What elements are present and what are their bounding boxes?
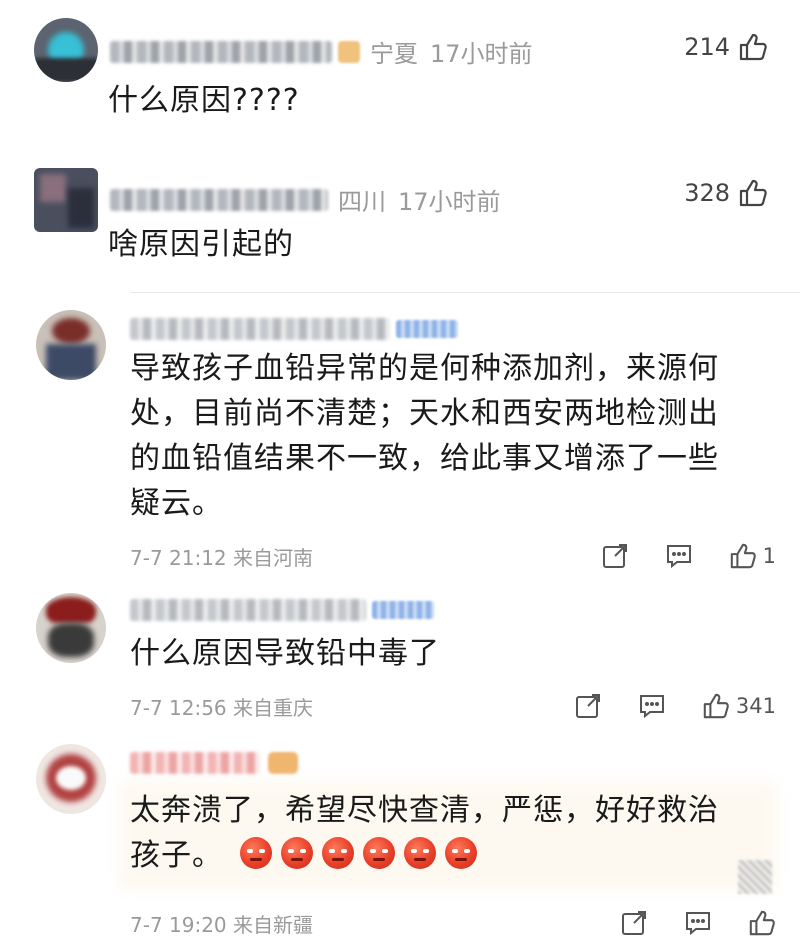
thumbs-up-icon — [703, 693, 729, 719]
reply-button[interactable] — [684, 909, 712, 937]
avatar[interactable] — [36, 744, 106, 814]
like-count: 341 — [735, 694, 776, 718]
avatar[interactable] — [34, 168, 98, 232]
verified-badge-icon — [396, 320, 458, 338]
sticker-decoration — [738, 860, 772, 894]
like-button[interactable]: 328 — [684, 178, 768, 208]
username-blurred[interactable] — [130, 752, 260, 774]
comment-location: 宁夏 — [370, 40, 418, 68]
angry-face-emoji — [239, 837, 272, 869]
comment-item: 导致孩子血铅异常的是何种添加剂，来源何 处，目前尚不清楚；天水和西安两地检测出 … — [0, 300, 800, 580]
comment-timestamp: 7-7 21:12 来自河南 — [130, 545, 314, 570]
repost-button[interactable] — [620, 909, 648, 937]
comment-item: 四川 17小时前 328 啥原因引起的 — [0, 150, 800, 290]
comment-text-line: 处，目前尚不清楚；天水和西安两地检测出 — [130, 396, 719, 431]
username-blurred[interactable] — [110, 40, 332, 63]
reply-button[interactable] — [638, 692, 666, 720]
comment-text-line: 太奔溃了，希望尽快查清，严惩，好好救治 — [130, 793, 719, 828]
comment-item: 太奔溃了，希望尽快查清，严惩，好好救治 孩子。 7-7 19:20 来自新疆 — [0, 740, 800, 947]
comment-item: 宁夏 17小时前 214 什么原因???? — [0, 0, 800, 140]
reply-button[interactable] — [665, 542, 693, 570]
like-button[interactable]: 214 — [684, 32, 768, 62]
comment-text-line: 疑云。 — [130, 486, 223, 521]
avatar[interactable] — [36, 593, 106, 663]
username-blurred[interactable] — [130, 599, 366, 621]
comment-text: 啥原因引起的 — [108, 227, 294, 262]
comment-footer: 7-7 12:56 来自重庆 341 — [130, 688, 776, 724]
comment-location: 四川 — [338, 188, 386, 216]
thumbs-up-icon — [749, 910, 775, 936]
comment-text: 什么原因???? — [108, 83, 300, 118]
username-blurred[interactable] — [130, 318, 390, 340]
comment-timestamp: 7-7 19:20 来自新疆 — [130, 912, 314, 937]
share-icon — [622, 911, 646, 935]
share-icon — [602, 544, 627, 568]
comment-footer: 7-7 19:20 来自新疆 — [130, 905, 776, 941]
comment-actions: 1 — [565, 542, 776, 570]
like-button[interactable]: 341 — [702, 692, 776, 720]
like-count: 1 — [762, 544, 776, 568]
comment-text-line: 导致孩子血铅异常的是何种添加剂，来源何 — [130, 351, 719, 386]
username-blurred[interactable] — [110, 188, 328, 211]
verified-badge-icon — [372, 601, 434, 619]
like-count: 214 — [684, 33, 730, 61]
angry-face-emoji — [444, 837, 477, 869]
comment-time: 17小时前 — [430, 40, 533, 68]
comment-item: 什么原因导致铅中毒了 7-7 12:56 来自重庆 341 — [0, 585, 800, 735]
comment-actions: 341 — [538, 692, 776, 720]
vip-badge-icon — [338, 40, 360, 63]
comment-footer: 7-7 21:12 来自河南 1 — [130, 538, 776, 574]
angry-face-emoji — [362, 837, 395, 869]
avatar[interactable] — [34, 18, 98, 82]
like-button[interactable]: 1 — [729, 542, 776, 570]
repost-button[interactable] — [574, 692, 602, 720]
comment-time: 17小时前 — [398, 188, 501, 216]
comment-actions — [584, 909, 776, 937]
comment-text-line: 的血铅值结果不一致，给此事又增添了一些 — [130, 441, 719, 476]
vip-badge-icon — [268, 752, 298, 774]
comment-icon — [639, 695, 664, 719]
comment-timestamp: 7-7 12:56 来自重庆 — [130, 695, 314, 720]
thumbs-up-icon — [730, 543, 756, 569]
comment-text: 太奔溃了，希望尽快查清，严惩，好好救治 孩子。 — [130, 788, 719, 878]
angry-face-emoji — [321, 837, 354, 869]
divider — [130, 292, 800, 293]
comment-icon — [666, 545, 691, 569]
like-button[interactable] — [748, 909, 776, 937]
comment-icon — [686, 912, 710, 936]
thumbs-up-icon — [739, 33, 767, 61]
comment-text-line: 孩子。 — [130, 833, 719, 878]
thumbs-up-icon — [739, 179, 767, 207]
share-icon — [575, 694, 600, 718]
like-count: 328 — [684, 179, 730, 207]
comment-text: 导致孩子血铅异常的是何种添加剂，来源何 处，目前尚不清楚；天水和西安两地检测出 … — [130, 346, 719, 526]
comment-text-end: 孩子。 — [130, 838, 223, 873]
emoji-row — [239, 837, 486, 873]
angry-face-emoji — [280, 837, 313, 869]
repost-button[interactable] — [601, 542, 629, 570]
avatar[interactable] — [36, 310, 106, 380]
angry-face-emoji — [403, 837, 436, 869]
comment-text: 什么原因导致铅中毒了 — [130, 636, 440, 671]
